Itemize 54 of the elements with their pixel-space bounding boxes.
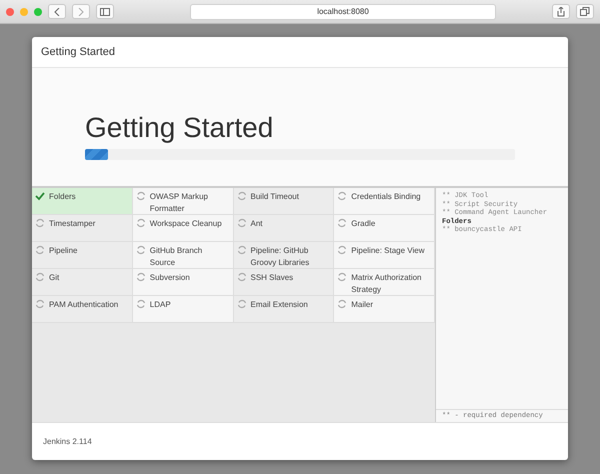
spinner-icon (337, 218, 348, 228)
plugin-name: Pipeline (49, 245, 78, 257)
plugin-name: OWASP Markup Formatter (150, 191, 209, 214)
plugin-name: Build Timeout (250, 191, 299, 203)
version-label: Jenkins 2.114 (43, 437, 92, 446)
plugin-name: Timestamper (49, 218, 96, 230)
plugin-name: Workspace Cleanup (150, 218, 222, 230)
page-title: Getting Started (85, 112, 274, 144)
checkmark-icon (35, 191, 45, 201)
plugin-name: Pipeline: Stage View (351, 245, 424, 257)
plugin-name: LDAP (150, 299, 171, 311)
sidebar-icon (100, 8, 110, 16)
spinner-icon (35, 245, 45, 255)
spinner-icon (337, 245, 348, 255)
close-window-icon[interactable] (6, 8, 14, 16)
spinner-icon (136, 299, 146, 309)
tabs-button[interactable] (576, 4, 594, 19)
plugin-name: Ant (250, 218, 263, 230)
spinner-icon (236, 218, 246, 228)
spinner-icon (35, 272, 45, 282)
address-field[interactable]: localhost:8080 (190, 4, 496, 20)
chevron-right-icon (78, 8, 84, 16)
plugin-name: Mailer (351, 299, 374, 311)
chevron-left-icon (54, 8, 60, 16)
plugin-name: Credentials Binding (351, 191, 421, 203)
spinner-icon (236, 272, 246, 282)
plugin-name: Gradle (351, 218, 376, 230)
tabs-icon (580, 7, 590, 16)
plugin-name: Folders (49, 191, 76, 203)
spinner-icon (136, 245, 146, 255)
spinner-icon (337, 272, 348, 282)
plugin-name: PAM Authentication (49, 299, 118, 311)
spinner-icon (136, 272, 146, 282)
plugin-name: SSH Slaves (250, 272, 294, 284)
spinner-icon (236, 191, 246, 201)
spinner-icon (337, 191, 348, 201)
dialog-header: Getting Started (41, 46, 115, 58)
spinner-icon (136, 191, 146, 201)
spinner-icon (236, 245, 246, 255)
share-icon (557, 6, 565, 16)
spinner-icon (35, 299, 45, 309)
sidebar-button[interactable] (96, 4, 114, 19)
plugin-name: Git (49, 272, 60, 284)
spinner-icon (236, 299, 246, 309)
plugin-name: Subversion (150, 272, 190, 284)
plugin-name: GitHub Branch Source (150, 245, 204, 268)
share-button[interactable] (552, 4, 570, 19)
plugin-name: Pipeline: GitHub Groovy Libraries (250, 245, 310, 268)
plugin-name: Email Extension (250, 299, 308, 311)
spinner-icon (35, 218, 45, 228)
plugin-name: Matrix Authorization Strategy (351, 272, 423, 295)
spinner-icon (136, 218, 146, 228)
spinner-icon (337, 299, 348, 309)
back-button[interactable] (48, 4, 66, 19)
